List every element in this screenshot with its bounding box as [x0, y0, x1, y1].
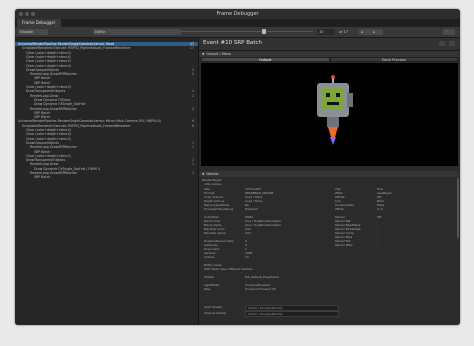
- detail-row: Vertices 1048: [199, 251, 460, 256]
- detail-value: 72: [245, 255, 249, 259]
- target-editor-dropdown[interactable]: Editor: [93, 29, 181, 35]
- shader-row: Original Shader Shader: ExampleRoboter: [199, 311, 460, 317]
- tree-row[interactable]: SRP Batch: [15, 175, 198, 179]
- output-section-label: Output / Mesh: [206, 52, 232, 56]
- detail-row: Format R8G8B8A8_UNORM: [199, 191, 460, 196]
- detail-row: Size 1274x1627: [199, 187, 460, 192]
- shader-field[interactable]: Shader: ExampleRoboter: [245, 311, 339, 317]
- detail-row: [199, 212, 460, 216]
- enable-toggle-button[interactable]: Disable: [18, 29, 48, 35]
- robot-render-image: [317, 75, 353, 145]
- menu-icon[interactable]: ⋮: [443, 29, 455, 35]
- detail-value: 0, 0: [377, 207, 383, 211]
- detail-key: SRP: Node have different shaders: [204, 267, 253, 271]
- render-target-row: RenderTarget: [199, 178, 460, 183]
- event-slider-track[interactable]: [181, 31, 313, 32]
- detail-value: Ext_Default_DiegFrame: [245, 275, 279, 279]
- next-event-button[interactable]: ▸: [371, 29, 383, 35]
- tab-mesh-preview[interactable]: Mesh Preview: [329, 57, 458, 62]
- render-output-viewport[interactable]: [201, 63, 458, 166]
- event-hierarchy-panel: UniversalRenderPipeline.RenderSingleCame…: [15, 38, 199, 325]
- detail-key: Shader: [204, 275, 215, 279]
- shader-label: Original Shader: [204, 311, 227, 315]
- detail-value: -: [377, 243, 379, 247]
- detail-value: Disabled: [245, 207, 258, 211]
- render-target-value: <No name>: [204, 182, 222, 186]
- detail-value: Universal Forward (0): [245, 287, 277, 291]
- shader-label: Used Shader: [204, 305, 223, 309]
- event-details-panel: Event #10 SRP Batch ▼ Output / Mesh Outpu…: [199, 38, 460, 325]
- detail-row: [199, 280, 460, 284]
- event-header: Event #10 SRP Batch: [199, 38, 460, 51]
- window-title: Frame Debugger: [216, 11, 259, 17]
- copy-icon[interactable]: [439, 41, 445, 46]
- detail-key: Indices: [204, 255, 215, 259]
- event-title: Event #10 SRP Batch: [203, 40, 263, 46]
- detail-row: BlendOp Color Add: [199, 227, 460, 232]
- title-bar: Frame Debugger: [15, 9, 460, 19]
- detail-row: Foveated Rendering Disabled: [199, 207, 460, 212]
- detail-row: SRP: Node have different shaders: [199, 267, 460, 272]
- detail-key: Pass: [204, 287, 211, 291]
- detail-key: Foveated Rendering: [204, 207, 234, 211]
- detail-row: DrawInstanced Calls 0: [199, 239, 460, 244]
- tab-frame-debugger[interactable]: Frame Debugger: [17, 19, 61, 27]
- shader-row: Used Shader Shader: ExampleRoboter: [199, 305, 460, 311]
- tab-output[interactable]: Output: [201, 57, 330, 62]
- tab-bar: Frame Debugger: [15, 19, 460, 27]
- detail-row: ColorMask RGBA: [199, 215, 460, 220]
- detail-row: Draw Calls 1: [199, 247, 460, 252]
- event-total-label: of 17: [339, 30, 348, 34]
- detail-row: [199, 260, 460, 264]
- detail-row: BlendOp Alpha Add: [199, 231, 460, 236]
- detail-row: [199, 272, 460, 276]
- close-window-icon[interactable]: [19, 12, 23, 16]
- detail-row: Blend Alpha One / OneMinusSrcAlpha: [199, 223, 460, 228]
- detail-row: Depth Actions Load / Store: [199, 199, 460, 204]
- detail-value: Add: [245, 231, 251, 235]
- detail-row: Indices 72: [199, 255, 460, 260]
- previous-event-button[interactable]: ◂: [359, 29, 371, 35]
- chevron-down-icon: ▼: [202, 52, 205, 56]
- detail-key: BlendOp Alpha: [204, 231, 226, 235]
- details-section-header[interactable]: ▼ Details: [199, 171, 460, 177]
- toolbar: Disable Editor 10 of 17 ◂ ▸ ⋮: [15, 27, 460, 38]
- event-number-field[interactable]: 10: [317, 29, 335, 35]
- minimize-window-icon[interactable]: [25, 12, 29, 16]
- details-section-label: Details: [206, 172, 219, 176]
- maximize-window-icon[interactable]: [31, 12, 35, 16]
- detail-row: Blend Color One / OneMinusSrcAlpha: [199, 219, 460, 224]
- detail-row: Pass Universal Forward (0): [199, 287, 460, 292]
- window-controls: [19, 12, 35, 16]
- chevron-down-icon: ▼: [202, 172, 205, 176]
- tree-row-label: SRP Batch: [34, 175, 51, 180]
- render-target-name-row: <No name>: [199, 182, 460, 187]
- details-content: RenderTarget <No name> Size 1274x1627 Form…: [199, 178, 460, 325]
- detail-row: Color Actions Load / Store: [199, 195, 460, 200]
- detail-row: LightMode UniversalForward: [199, 283, 460, 288]
- detail-key: Stencil ZFail: [335, 243, 353, 247]
- event-slider-thumb[interactable]: [262, 29, 266, 34]
- details-scrollbar[interactable]: [457, 178, 459, 238]
- detail-key: Offset: [335, 207, 344, 211]
- detail-row: MemorylessMode No: [199, 203, 460, 208]
- frame-debugger-window: Frame Debugger Frame Debugger Disable Ed…: [15, 9, 460, 325]
- detail-row: Instances 0: [199, 243, 460, 248]
- detail-row: [199, 236, 460, 240]
- options-icon[interactable]: [449, 41, 455, 46]
- detail-row: Shader Ext_Default_DiegFrame: [199, 275, 460, 280]
- output-tabs: Output Mesh Preview: [201, 57, 458, 62]
